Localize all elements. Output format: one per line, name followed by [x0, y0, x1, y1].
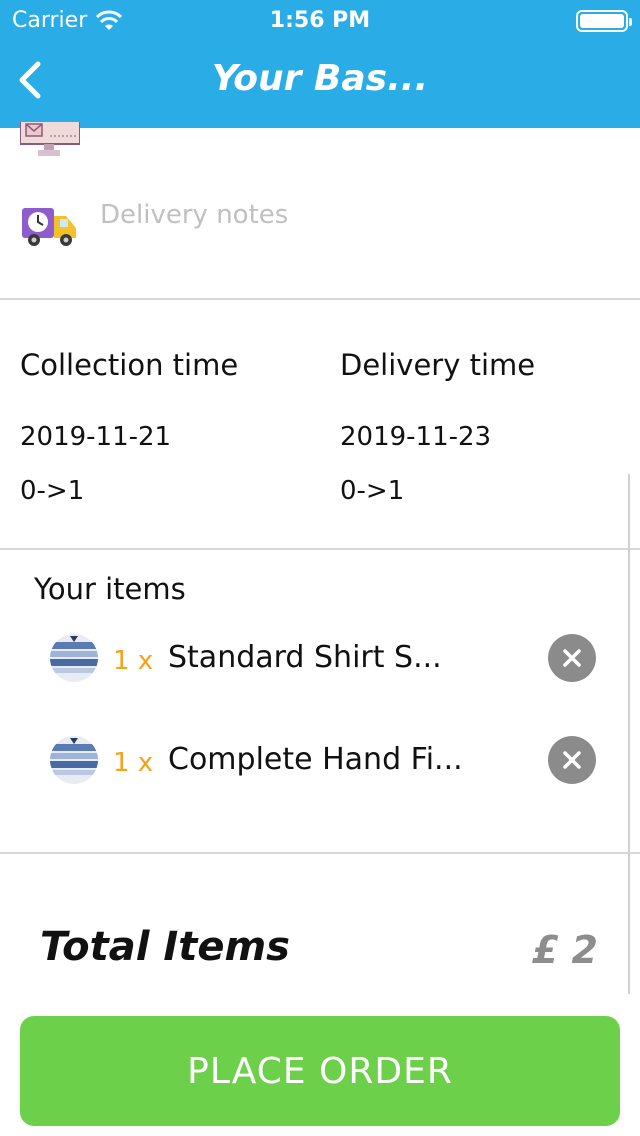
shirt-thumbnail-icon: [50, 736, 98, 784]
place-order-button[interactable]: PLACE ORDER: [20, 1016, 620, 1126]
close-icon: [563, 649, 581, 667]
item-quantity: 1 x: [113, 748, 154, 778]
your-items-label: Your items: [34, 572, 186, 606]
remove-item-button[interactable]: [548, 736, 596, 784]
delivery-truck-clock-icon: [20, 202, 80, 262]
page-title: Your Bas...: [211, 58, 429, 99]
divider: [0, 548, 640, 550]
delivery-date[interactable]: 2019-11-23: [340, 422, 491, 452]
item-name: Standard Shirt S...: [168, 640, 442, 675]
status-time: 1:56 PM: [269, 8, 371, 33]
close-icon: [563, 751, 581, 769]
delivery-time-label: Delivery time: [340, 348, 536, 382]
collection-slot[interactable]: 0->1: [20, 476, 84, 506]
item-name: Complete Hand Fi...: [168, 742, 463, 777]
list-item[interactable]: 1 x Complete Hand Fi...: [0, 720, 640, 800]
shirt-thumbnail-icon: [50, 634, 98, 682]
divider: [0, 298, 640, 300]
top-bar: Carrier 1:56 PM Your Bas...: [0, 0, 640, 128]
total-items-label: Total Items: [40, 924, 290, 970]
delivery-slot[interactable]: 0->1: [340, 476, 404, 506]
delivery-notes-input[interactable]: Delivery notes: [100, 200, 288, 230]
item-quantity: 1 x: [113, 646, 154, 676]
divider: [0, 852, 640, 854]
list-item[interactable]: 1 x Standard Shirt S...: [0, 618, 640, 698]
billboard-icon: [20, 122, 80, 160]
basket-screen: Carrier 1:56 PM Your Bas... Delivery not…: [0, 0, 640, 1136]
collection-date[interactable]: 2019-11-21: [20, 422, 171, 452]
collection-time-label: Collection time: [20, 348, 239, 382]
battery-icon: [576, 10, 632, 32]
remove-item-button[interactable]: [548, 634, 596, 682]
total-price: £ 2: [531, 928, 598, 972]
